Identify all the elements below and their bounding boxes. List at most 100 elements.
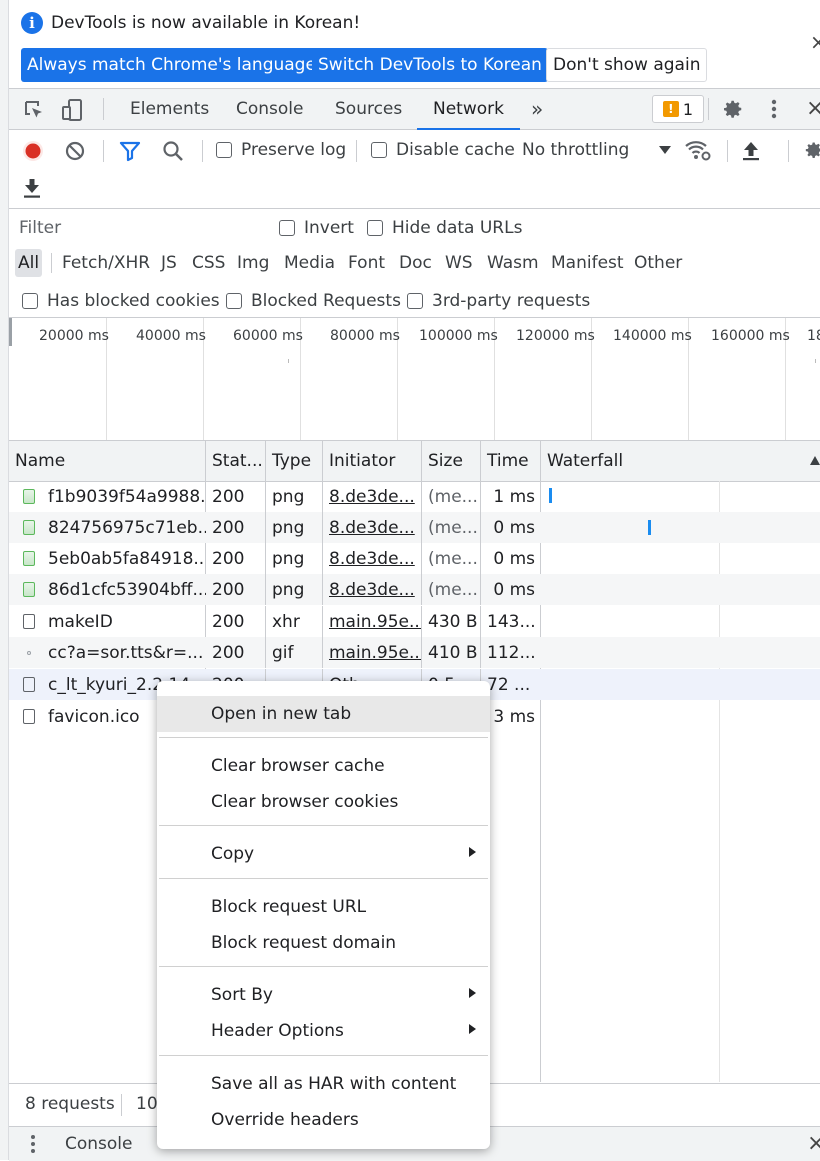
request-initiator-link[interactable]: 8.de3de... [323,512,422,543]
menu-item-open-new-tab[interactable]: Open in new tab [157,696,490,732]
drawer-menu-icon[interactable] [29,1134,37,1154]
filter-icon[interactable] [119,140,141,162]
request-type: png [266,481,323,512]
issues-count: 1 [682,99,694,119]
invert-checkbox[interactable] [279,220,295,236]
column-initiator-header[interactable]: Initiator [323,441,422,481]
table-row[interactable]: 86d1cfc53904bff... 200 png 8.de3de... (m… [9,574,820,605]
menu-item-header-options[interactable]: Header Options [157,1013,490,1049]
tab-network[interactable]: Network [417,89,520,130]
close-devtools-icon[interactable]: × [806,96,820,121]
timeline-overview[interactable]: 20000 ms 40000 ms 60000 ms 80000 ms 1000… [9,318,820,441]
column-time-header[interactable]: Time [481,441,541,481]
menu-item-copy[interactable]: Copy [157,836,490,872]
search-icon[interactable] [162,140,184,162]
column-type-header[interactable]: Type [266,441,323,481]
request-size: (me... [422,481,481,512]
tab-console[interactable]: Console [236,89,304,129]
import-har-icon[interactable] [741,139,761,161]
more-tabs-icon[interactable]: » [531,89,543,129]
menu-item-block-domain[interactable]: Block request domain [157,925,490,961]
type-filter-font[interactable]: Font [345,249,388,277]
request-initiator-link[interactable]: 8.de3de... [323,481,422,512]
export-har-icon[interactable] [22,177,42,199]
menu-item-clear-cookies[interactable]: Clear browser cookies [157,784,490,820]
submenu-arrow-icon [469,988,476,998]
disable-cache-label: Disable cache [396,140,515,160]
overview-tick-label: 140000 ms [613,328,692,344]
clear-icon[interactable] [64,140,86,162]
tab-sources[interactable]: Sources [335,89,402,129]
close-drawer-icon[interactable]: × [807,1131,820,1156]
request-status: 200 [206,637,266,668]
type-filter-all[interactable]: All [15,249,43,277]
request-type: xhr [266,606,323,637]
toolbar-separator [727,140,728,162]
request-initiator-link[interactable]: main.95e... [323,606,422,637]
overview-tick-label: 120000 ms [516,328,595,344]
type-filter-img[interactable]: Img [234,249,272,277]
device-toolbar-icon[interactable] [61,98,85,122]
column-name-header[interactable]: Name [9,441,206,481]
menu-item-save-har[interactable]: Save all as HAR with content [157,1066,490,1102]
network-settings-gear-icon[interactable] [804,139,820,161]
menu-item-sort-by[interactable]: Sort By [157,977,490,1013]
column-size-header[interactable]: Size [422,441,481,481]
request-name: makeID [48,611,113,632]
inspect-element-icon[interactable] [23,99,45,121]
menu-item-block-url[interactable]: Block request URL [157,889,490,925]
type-filter-css[interactable]: CSS [189,249,228,277]
type-filter-manifest[interactable]: Manifest [548,249,627,277]
column-status-header[interactable]: Stat... [206,441,266,481]
record-icon[interactable] [22,140,44,162]
menu-item-override-headers[interactable]: Override headers [157,1102,490,1138]
table-row[interactable]: 824756975c71eb... 200 png 8.de3de... (me… [9,512,820,543]
type-filter-media[interactable]: Media [281,249,338,277]
type-filter-ws[interactable]: WS [442,249,476,277]
image-file-icon [23,520,35,535]
type-filter-doc[interactable]: Doc [396,249,435,277]
tab-elements[interactable]: Elements [130,89,209,129]
third-party-checkbox[interactable] [407,293,423,309]
request-initiator-link[interactable]: 8.de3de... [323,574,422,605]
network-conditions-icon[interactable] [684,138,712,162]
type-filter-fetch-xhr[interactable]: Fetch/XHR [59,249,153,277]
switch-to-korean-button[interactable]: Switch DevTools to Korean [312,48,548,82]
type-filter-wasm[interactable]: Wasm [484,249,542,277]
table-row[interactable]: f1b9039f54a9988... 200 png 8.de3de... (m… [9,481,820,512]
toolbar-separator [103,140,104,162]
column-waterfall-header[interactable]: Waterfall [541,441,820,481]
has-blocked-cookies-checkbox[interactable] [22,293,38,309]
table-row[interactable]: 5eb0ab5fa84918... 200 png 8.de3de... (me… [9,543,820,574]
close-icon[interactable]: × [810,30,820,54]
dont-show-again-button[interactable]: Don't show again [546,48,708,82]
disable-cache-checkbox[interactable] [371,142,387,158]
request-time: 3 ms [493,706,535,727]
table-row[interactable]: makeID 200 xhr main.95e... 430 B 143... [9,606,820,637]
submenu-arrow-icon [469,1024,476,1034]
always-match-language-button[interactable]: Always match Chrome's language [21,48,322,82]
request-name: favicon.ico [48,706,140,727]
throttling-select[interactable]: No throttling [522,140,672,160]
issues-badge[interactable]: ! 1 [652,95,704,123]
menu-item-clear-cache[interactable]: Clear browser cache [157,748,490,784]
chevron-down-icon [659,146,672,154]
blocked-requests-checkbox[interactable] [226,293,242,309]
drawer-tab-console[interactable]: Console [65,1134,133,1154]
request-size: (me... [422,574,481,605]
filter-input[interactable] [17,215,261,241]
hide-data-urls-checkbox[interactable] [367,220,383,236]
gear-icon[interactable] [722,98,744,120]
type-filter-other[interactable]: Other [631,249,685,277]
kebab-menu-icon[interactable] [766,98,782,120]
preserve-log-checkbox[interactable] [216,142,232,158]
type-filter-js[interactable]: JS [158,249,180,277]
request-initiator-link[interactable]: main.95e... [323,637,422,668]
request-size: (me... [422,512,481,543]
request-time: 112... [487,642,536,663]
request-initiator-link[interactable]: 8.de3de... [323,543,422,574]
has-blocked-cookies-label: Has blocked cookies [47,291,220,311]
request-status: 200 [206,606,266,637]
table-row[interactable]: cc?a=sor.tts&r=... 200 gif main.95e... 4… [9,637,820,668]
document-file-icon [23,709,35,724]
